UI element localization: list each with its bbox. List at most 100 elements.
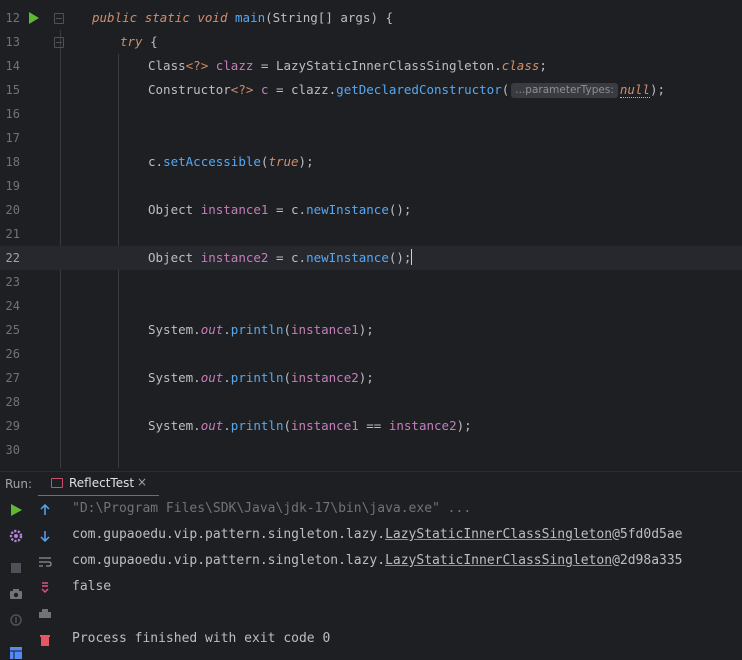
console-exit-line: Process finished with exit code 0 <box>72 631 331 646</box>
code-text: System.out.println(instance1); <box>148 318 374 342</box>
code-token: { <box>150 34 158 49</box>
console-output-line: com.gupaoedu.vip.pattern.singleton.lazy.… <box>72 526 683 544</box>
code-line[interactable]: 27 System.out.println(instance2); <box>0 366 742 390</box>
scroll-up-icon[interactable] <box>38 503 52 517</box>
code-token: println <box>230 322 284 337</box>
code-token: (); <box>388 250 412 265</box>
code-line[interactable]: 19 <box>0 174 742 198</box>
code-token: <?> <box>185 58 209 73</box>
print-icon[interactable] <box>38 607 52 621</box>
code-token: . <box>223 370 231 385</box>
code-line[interactable]: 21 <box>0 222 742 246</box>
output-prefix: com.gupaoedu.vip.pattern.singleton.lazy. <box>72 553 386 568</box>
code-token: System. <box>148 370 201 385</box>
code-token: ( <box>283 418 292 433</box>
code-token: (); <box>388 202 412 217</box>
code-token: instance2 <box>291 370 359 385</box>
code-token: ); <box>358 370 374 385</box>
code-line[interactable]: 28 <box>0 390 742 414</box>
parameter-hint: ...parameterTypes: <box>511 83 618 98</box>
code-token: = c. <box>268 250 307 265</box>
run-label: Run: <box>5 477 33 491</box>
line-number: 24 <box>5 299 20 313</box>
code-token: c. <box>148 154 164 169</box>
code-token: newInstance <box>306 250 389 265</box>
pin-icon[interactable] <box>9 613 23 627</box>
code-token: main <box>235 10 266 25</box>
console-output-line: false <box>72 579 112 594</box>
scroll-down-icon[interactable] <box>38 529 52 543</box>
code-line[interactable]: 17 <box>0 126 742 150</box>
console-output-line: com.gupaoedu.vip.pattern.singleton.lazy.… <box>72 552 683 570</box>
tab-reflecttest[interactable]: ReflectTest × <box>38 472 159 497</box>
code-token: instance2 <box>388 418 457 433</box>
code-editor[interactable]: 12 public static void main(String[] args)… <box>0 0 742 468</box>
fold-icon[interactable] <box>54 37 64 48</box>
scroll-to-end-icon[interactable] <box>38 581 52 595</box>
code-token: = clazz. <box>268 82 337 97</box>
code-token: out <box>200 370 224 385</box>
code-token: void <box>197 10 236 25</box>
soft-wrap-icon[interactable] <box>38 555 52 569</box>
code-line[interactable]: 18 c.setAccessible(true); <box>0 150 742 174</box>
trash-icon[interactable] <box>38 633 52 647</box>
code-token: ); <box>456 418 472 433</box>
code-token: Class <box>148 58 186 73</box>
code-token: clazz <box>215 58 254 73</box>
code-token: == <box>358 418 389 433</box>
line-number: 25 <box>5 323 20 337</box>
code-token: System. <box>148 418 201 433</box>
layout-icon[interactable] <box>9 646 23 660</box>
run-tool-window-header: Run: ReflectTest × <box>0 471 742 497</box>
code-token: ( <box>283 370 292 385</box>
code-token: Constructor <box>148 82 231 97</box>
code-text: Object instance2 = c.newInstance(); <box>148 246 413 270</box>
code-text: Class<?> clazz = LazyStaticInnerClassSin… <box>148 54 547 78</box>
code-line[interactable]: 23 <box>0 270 742 294</box>
code-line[interactable]: 20 Object instance1 = c.newInstance(); <box>0 198 742 222</box>
code-token: . <box>223 418 231 433</box>
code-token: try <box>120 34 151 49</box>
code-text: public static void main(String[] args) { <box>92 6 393 30</box>
code-text: try { <box>120 30 158 54</box>
code-line[interactable]: 29 System.out.println(instance1 == instan… <box>0 414 742 438</box>
code-token: public <box>92 10 145 25</box>
close-icon[interactable]: × <box>137 475 147 489</box>
code-line[interactable]: 22 Object instance2 = c.newInstance(); <box>0 246 742 270</box>
code-line[interactable]: 13 try { <box>0 30 742 54</box>
class-link[interactable]: LazyStaticInnerClassSingleton <box>385 553 612 568</box>
code-line[interactable]: 24 <box>0 294 742 318</box>
code-line[interactable]: 25 System.out.println(instance1); <box>0 318 742 342</box>
code-line[interactable]: 14 Class<?> clazz = LazyStaticInnerClassS… <box>0 54 742 78</box>
line-number: 18 <box>5 155 20 169</box>
camera-icon[interactable] <box>9 587 23 601</box>
line-number: 14 <box>5 59 20 73</box>
code-line[interactable]: 12 public static void main(String[] args)… <box>0 6 742 30</box>
fold-icon[interactable] <box>54 13 64 24</box>
code-text: Constructor<?> c = clazz.getDeclaredCons… <box>148 78 665 102</box>
code-text: System.out.println(instance2); <box>148 366 374 390</box>
line-number: 30 <box>5 443 20 457</box>
rerun-icon[interactable] <box>9 503 23 517</box>
run-console[interactable]: "D:\Program Files\SDK\Java\jdk-17\bin\ja… <box>0 496 742 660</box>
code-line[interactable]: 16 <box>0 102 742 126</box>
output-hash: @5fd0d5ae <box>612 527 683 542</box>
code-token: setAccessible <box>163 154 261 169</box>
stop-icon[interactable] <box>9 561 23 575</box>
code-token: getDeclaredConstructor <box>336 82 502 97</box>
code-line[interactable]: 26 <box>0 342 742 366</box>
line-number: 20 <box>5 203 20 217</box>
code-token: println <box>230 370 284 385</box>
code-text: Object instance1 = c.newInstance(); <box>148 198 411 222</box>
text-caret <box>411 249 413 265</box>
class-link[interactable]: LazyStaticInnerClassSingleton <box>385 527 612 542</box>
code-line[interactable]: 15 Constructor<?> c = clazz.getDeclaredCo… <box>0 78 742 102</box>
code-token: ( <box>501 82 510 97</box>
settings-icon[interactable] <box>9 529 23 543</box>
code-line[interactable]: 30 <box>0 438 742 462</box>
code-token: println <box>230 418 284 433</box>
run-icon[interactable] <box>29 12 39 24</box>
code-token: System. <box>148 322 201 337</box>
